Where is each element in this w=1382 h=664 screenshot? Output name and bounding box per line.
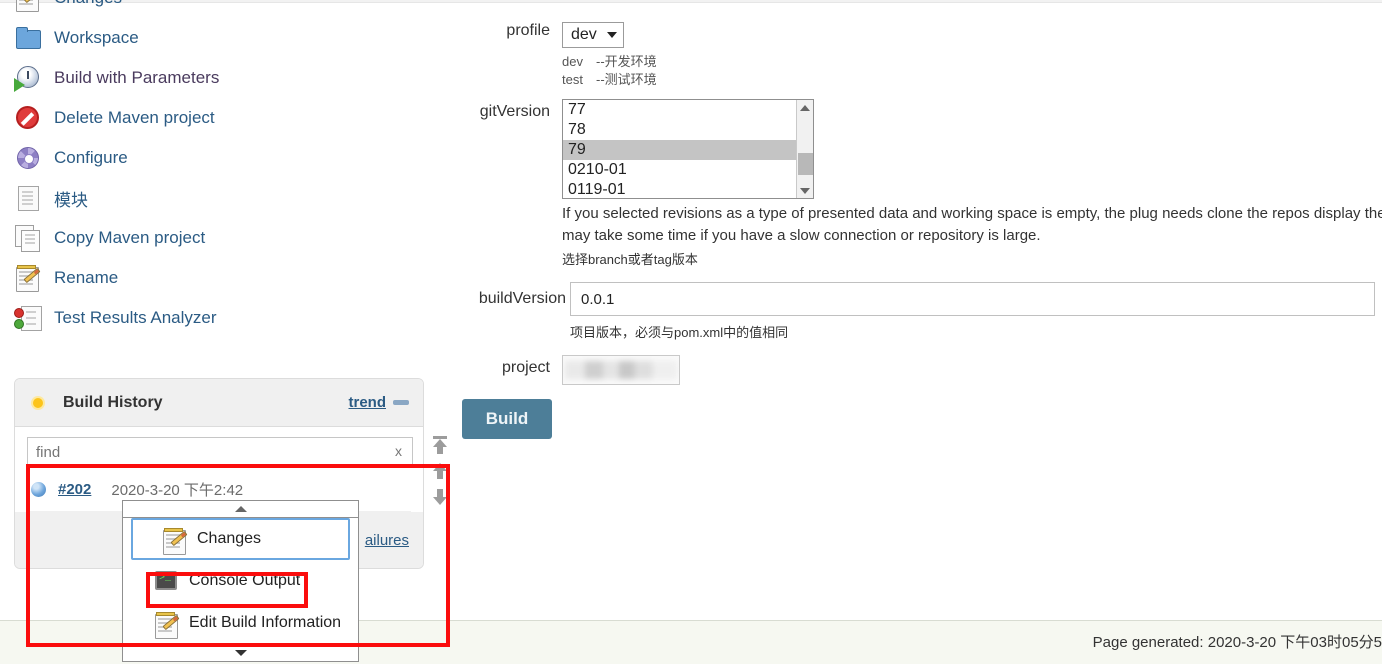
sidebar-item-delete-maven-project[interactable]: Delete Maven project xyxy=(0,98,452,138)
gitversion-listbox[interactable]: 77 78 79 0210-01 0119-01 xyxy=(562,99,814,199)
gear-icon xyxy=(14,144,42,172)
build-history-header: Build History trend xyxy=(15,379,423,427)
sidebar-item-label: Rename xyxy=(54,268,119,287)
sidebar-item-changes[interactable]: Changes xyxy=(0,0,452,18)
sidebar-item-modules[interactable]: 模块 xyxy=(0,178,452,218)
buildversion-label: buildVersion xyxy=(478,290,566,307)
rss-failures-link[interactable]: ailures xyxy=(365,532,409,549)
menu-item-console-output[interactable]: Console Output xyxy=(123,560,358,602)
gitversion-label: gitVersion xyxy=(479,103,550,120)
sidebar-item-configure[interactable]: Configure xyxy=(0,138,452,178)
note-pencil-icon xyxy=(161,527,188,555)
build-button-row: Build xyxy=(462,399,1382,439)
list-item[interactable]: 0119-01 xyxy=(563,180,813,198)
clear-search-icon[interactable]: x xyxy=(395,443,402,459)
scroll-up-icon[interactable] xyxy=(432,462,448,480)
chevron-up-icon xyxy=(234,506,247,512)
sidebar-item-workspace[interactable]: Workspace xyxy=(0,18,452,58)
project-input[interactable] xyxy=(562,355,680,385)
deny-icon xyxy=(14,104,42,132)
listbox-scrollbar[interactable] xyxy=(796,100,813,198)
sidebar-item-build-with-parameters[interactable]: Build with Parameters xyxy=(0,58,452,98)
menu-item-label: Edit Build Information xyxy=(189,614,342,631)
build-history-scroll-controls xyxy=(428,436,452,506)
chevron-down-icon xyxy=(606,32,617,38)
note-pencil-icon xyxy=(153,611,180,639)
test-results-icon xyxy=(14,304,42,332)
scroll-down-icon[interactable] xyxy=(432,488,448,506)
note-pencil-icon xyxy=(14,0,42,12)
sidebar-item-label: Delete Maven project xyxy=(54,108,215,127)
profile-hint-test: test --测试环境 xyxy=(562,71,1382,89)
menu-item-edit-build-information[interactable]: Edit Build Information xyxy=(123,602,358,644)
build-find-wrapper: x xyxy=(27,437,413,467)
profile-hint-dev: dev --开发环境 xyxy=(562,53,1382,71)
search-input[interactable] xyxy=(27,437,413,467)
profile-label: profile xyxy=(506,22,550,39)
copy-icon xyxy=(14,224,42,252)
weather-sun-icon xyxy=(29,394,47,412)
buildversion-cn-hint: 项目版本，必须与pom.xml中的值相同 xyxy=(570,325,789,340)
menu-item-label: Changes xyxy=(197,530,262,547)
menu-item-changes[interactable]: Changes xyxy=(131,518,350,560)
field-profile: profile dev dev --开发环境 test --测试环境 xyxy=(462,22,1382,89)
build-parameters-form: profile dev dev --开发环境 test --测试环境 gitVers… xyxy=(462,14,1382,439)
profile-hint-text: --开发环境 xyxy=(596,54,657,69)
profile-selected-value: dev xyxy=(571,26,597,43)
build-context-menu: Changes Console Output Edit Build Inform… xyxy=(122,500,359,662)
list-item-selected[interactable]: 79 xyxy=(563,140,813,160)
chevron-down-icon xyxy=(234,650,247,656)
document-icon xyxy=(14,184,42,212)
sidebar-item-label: Changes xyxy=(54,0,122,8)
page-generated-text: Page generated: 2020-3-20 下午03时05分5 xyxy=(1092,634,1382,651)
build-number-link[interactable]: #202 xyxy=(58,481,91,498)
profile-hint-key: test xyxy=(562,72,583,87)
clock-play-icon xyxy=(14,64,42,92)
list-item[interactable]: 78 xyxy=(563,120,813,140)
sidebar-item-test-results-analyzer[interactable]: Test Results Analyzer xyxy=(0,298,452,338)
menu-items: Changes Console Output Edit Build Inform… xyxy=(122,518,359,644)
menu-item-label: Console Output xyxy=(189,572,301,589)
sidebar-item-label: Build with Parameters xyxy=(54,68,220,87)
folder-icon xyxy=(14,24,42,52)
sidebar-item-label: Configure xyxy=(54,148,128,167)
profile-select[interactable]: dev xyxy=(562,22,624,48)
sidebar-task-list: Changes Workspace Build with Parameters … xyxy=(0,0,452,338)
menu-scroll-down-button[interactable] xyxy=(122,644,359,662)
list-item[interactable]: 77 xyxy=(563,100,813,120)
build-timestamp: 2020-3-20 下午2:42 xyxy=(111,481,244,499)
scrollbar-down-arrow-icon[interactable] xyxy=(797,183,812,198)
project-label: project xyxy=(501,359,550,376)
buildversion-input[interactable] xyxy=(570,282,1375,316)
profile-hint-text: --测试环境 xyxy=(596,72,657,87)
scroll-to-top-icon[interactable] xyxy=(432,436,448,454)
gitversion-help-text: If you selected revisions as a type of p… xyxy=(562,205,1382,244)
console-icon xyxy=(153,569,179,593)
list-item[interactable]: 0210-01 xyxy=(563,160,813,180)
sidebar-item-label: Workspace xyxy=(54,28,139,47)
build-history-title: Build History xyxy=(63,393,163,411)
field-buildversion: buildVersion 项目版本，必须与pom.xml中的值相同 xyxy=(462,282,1382,341)
gitversion-cn-hint: 选择branch或者tag版本 xyxy=(562,252,698,267)
sidebar-item-copy-maven-project[interactable]: Copy Maven project xyxy=(0,218,452,258)
build-button[interactable]: Build xyxy=(462,399,552,439)
sidebar-item-rename[interactable]: Rename xyxy=(0,258,452,298)
trend-link[interactable]: trend xyxy=(349,394,387,411)
note-pencil-icon xyxy=(14,264,42,292)
scrollbar-thumb[interactable] xyxy=(798,153,813,175)
menu-scroll-up-button[interactable] xyxy=(122,500,359,518)
sidebar-item-label: 模块 xyxy=(54,190,88,210)
field-project: project xyxy=(462,355,1382,385)
profile-hint-key: dev xyxy=(562,54,583,69)
collapse-icon[interactable] xyxy=(393,400,409,405)
sidebar-item-label: Test Results Analyzer xyxy=(54,308,217,327)
scrollbar-up-arrow-icon[interactable] xyxy=(797,100,813,115)
sidebar-item-label: Copy Maven project xyxy=(54,228,206,247)
build-status-ball-icon xyxy=(31,481,46,497)
field-gitversion: gitVersion 77 78 79 0210-01 0119-01 If y… xyxy=(462,99,1382,268)
